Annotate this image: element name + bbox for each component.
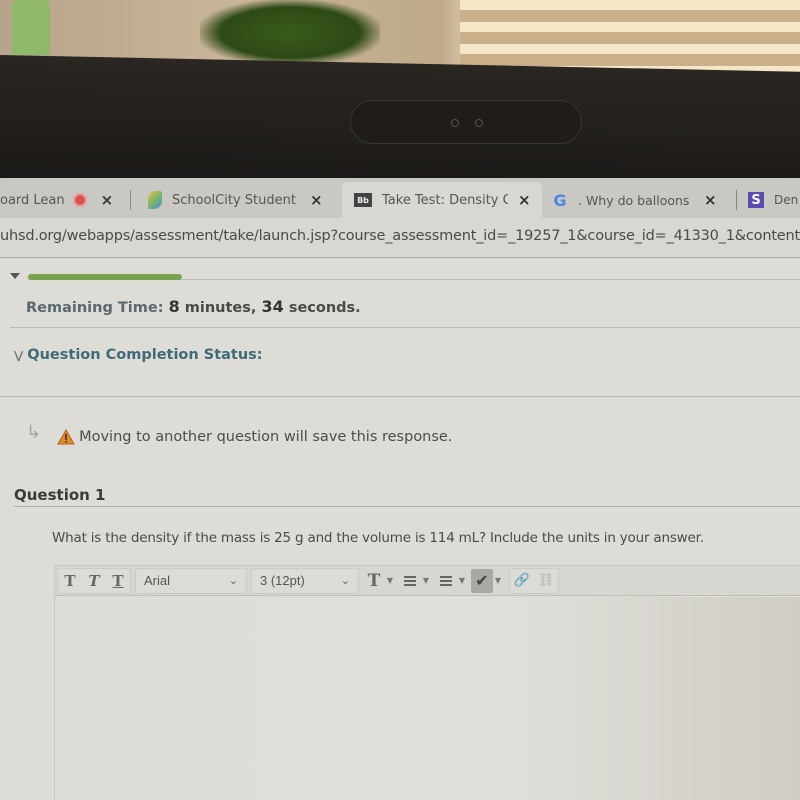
plant-background (200, 0, 380, 65)
timer-progress-fill (28, 274, 183, 280)
tab-schoolcity[interactable]: SchoolCity Student | × (148, 182, 338, 218)
bottle-background (12, 0, 50, 55)
question-text: What is the density if the mass is 25 g … (52, 530, 704, 546)
save-notice: ↳ Moving to another question will save t… (26, 422, 453, 446)
divider (14, 506, 800, 507)
tab-take-test[interactable]: Bb Take Test: Density Qu × (342, 182, 542, 218)
divider (10, 327, 800, 328)
numbered-list-split-button: ▼ (435, 568, 467, 594)
bullet-list-split-button: ▼ (399, 568, 431, 594)
address-bar[interactable]: uhsd.org/webapps/assessment/take/launch.… (0, 218, 800, 258)
unlink-icon: ⛓ (537, 573, 555, 588)
bullet-list-button[interactable] (399, 569, 421, 593)
seconds-unit: seconds. (288, 300, 361, 316)
font-family-select[interactable]: Arial ⌄ (135, 567, 247, 594)
chevron-down-icon: ⌄ (228, 575, 238, 587)
underline-button[interactable]: T (106, 569, 130, 593)
italic-button[interactable]: T (82, 569, 106, 593)
tab-strip: oard Lean × SchoolCity Student | × Bb Ta… (0, 178, 800, 218)
remaining-minutes: 8 (168, 297, 180, 316)
answer-editor: T T T Arial ⌄ 3 (12pt) ⌄ T ▼ ▼ ▼ ✔ ▼ 🔗 ⛓ (54, 565, 800, 800)
font-size-value: 3 (12pt) (260, 573, 305, 588)
return-arrow-icon: ↳ (26, 421, 42, 443)
tab-title: SchoolCity Student | (172, 192, 300, 208)
dropdown-arrow-icon[interactable]: ▼ (493, 576, 503, 585)
save-notice-text: Moving to another question will save thi… (79, 429, 453, 445)
chevron-down-icon: ⌄ (340, 575, 350, 587)
tab-title: . Why do balloons g (578, 192, 694, 208)
tab-close-icon[interactable]: × (310, 191, 323, 209)
webcam-lens (451, 119, 459, 127)
divider (0, 396, 800, 397)
timer-progress-bar (28, 274, 800, 280)
s-app-icon: S (748, 192, 764, 208)
spellcheck-icon: ✔ (475, 571, 489, 590)
tab-close-icon[interactable]: × (101, 191, 114, 209)
font-family-value: Arial (144, 573, 171, 588)
bold-button[interactable]: T (58, 569, 82, 593)
editor-toolbar: T T T Arial ⌄ 3 (12pt) ⌄ T ▼ ▼ ▼ ✔ ▼ 🔗 ⛓ (55, 566, 800, 596)
link-icon: 🔗 (513, 573, 531, 588)
spellcheck-button[interactable]: ✔ (471, 568, 493, 593)
text-color-button[interactable]: T (363, 569, 385, 593)
tab-close-icon[interactable]: × (518, 191, 531, 209)
remaining-seconds: 34 (261, 297, 284, 316)
tab-title: oard Lean (0, 192, 65, 208)
text-color-split-button: T ▼ (363, 568, 395, 594)
warning-icon (57, 429, 75, 445)
tab-separator (736, 190, 737, 210)
dropdown-arrow-icon[interactable]: ▼ (457, 576, 467, 585)
question-completion-status-toggle[interactable]: ⋁ Question Completion Status: (14, 347, 263, 363)
blackboard-icon: Bb (354, 193, 372, 207)
answer-text-area[interactable] (55, 597, 800, 800)
completion-status-label: Question Completion Status: (27, 347, 263, 363)
webcam-icon (350, 100, 582, 144)
bullet-list-icon (404, 575, 416, 586)
tab-separator (130, 190, 131, 210)
recording-dot-icon (72, 193, 87, 207)
url-text[interactable]: uhsd.org/webapps/assessment/take/launch.… (0, 228, 800, 244)
link-group: 🔗 ⛓ (509, 567, 559, 594)
tab-google-search[interactable]: G . Why do balloons g × (552, 182, 732, 218)
question-title: Question 1 (14, 486, 106, 504)
remaining-time-label: Remaining Time: (26, 300, 164, 316)
webcam-lens (475, 119, 483, 127)
font-size-select[interactable]: 3 (12pt) ⌄ (251, 567, 359, 594)
remaining-time: Remaining Time: 8 minutes, 34 seconds. (26, 297, 361, 316)
insert-link-button[interactable]: 🔗 (510, 569, 534, 593)
tab-blackboard-learn[interactable]: oard Lean × (0, 182, 130, 218)
collapse-triangle-icon[interactable] (10, 273, 20, 279)
tab-close-icon[interactable]: × (704, 191, 717, 209)
remove-link-button[interactable]: ⛓ (534, 569, 558, 593)
numbered-list-icon (440, 575, 452, 586)
google-icon: G (553, 190, 567, 210)
minutes-unit: minutes, (184, 300, 257, 316)
text-style-group: T T T (57, 567, 131, 594)
tab-title: Den (774, 193, 799, 207)
dropdown-arrow-icon[interactable]: ▼ (385, 576, 395, 585)
browser-window: oard Lean × SchoolCity Student | × Bb Ta… (0, 178, 800, 800)
numbered-list-button[interactable] (435, 569, 457, 593)
dropdown-arrow-icon[interactable]: ▼ (421, 576, 431, 585)
tab-den[interactable]: S Den (748, 182, 800, 218)
schoolcity-icon (148, 191, 162, 209)
tab-title: Take Test: Density Qu (382, 192, 508, 208)
test-page: Remaining Time: 8 minutes, 34 seconds. ⋁… (0, 259, 800, 800)
double-chevron-down-icon: ⋁ (14, 348, 24, 362)
spellcheck-split-button: ✔ ▼ (471, 568, 503, 594)
